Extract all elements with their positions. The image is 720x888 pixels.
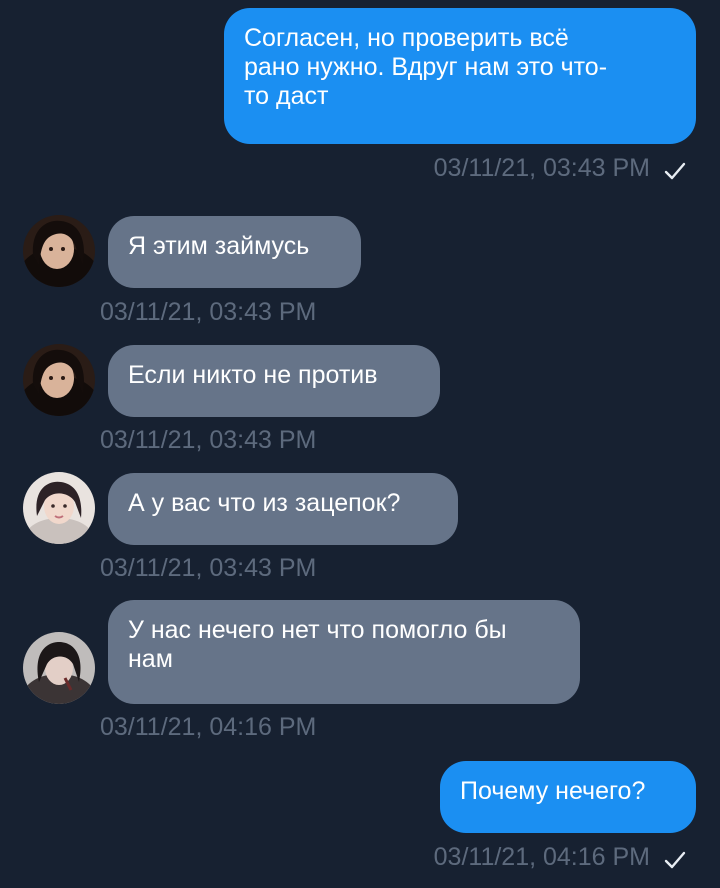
- outgoing-message-bubble[interactable]: Согласен, но проверить всё рано нужно. В…: [224, 8, 696, 144]
- user-avatar[interactable]: [23, 215, 95, 287]
- user-avatar[interactable]: [23, 344, 95, 416]
- outgoing-message-bubble[interactable]: Почему нечего?: [440, 761, 696, 833]
- timestamp-text: 03/11/21, 04:16 PM: [433, 843, 650, 871]
- message-timestamp: 03/11/21, 03:43 PM: [100, 554, 317, 582]
- message-timestamp: 03/11/21, 03:43 PM: [100, 426, 317, 454]
- message-timestamp: 03/11/21, 03:43 PM: [100, 298, 317, 326]
- incoming-message-bubble[interactable]: Если никто не против: [108, 345, 440, 417]
- incoming-message-bubble[interactable]: У нас нечего нет что помогло бы нам: [108, 600, 580, 704]
- message-timestamp: 03/11/21, 04:16 PM: [100, 713, 317, 741]
- message-timestamp: 03/11/21, 03:43 PM: [434, 154, 686, 183]
- incoming-message-bubble[interactable]: А у вас что из зацепок?: [108, 473, 458, 545]
- incoming-message-bubble[interactable]: Я этим займусь: [108, 216, 361, 288]
- checkmark-icon: [664, 848, 686, 868]
- checkmark-icon: [664, 159, 686, 179]
- timestamp-text: 03/11/21, 03:43 PM: [433, 154, 650, 182]
- user-avatar[interactable]: [23, 632, 95, 704]
- user-avatar[interactable]: [23, 472, 95, 544]
- message-timestamp: 03/11/21, 04:16 PM: [434, 843, 686, 872]
